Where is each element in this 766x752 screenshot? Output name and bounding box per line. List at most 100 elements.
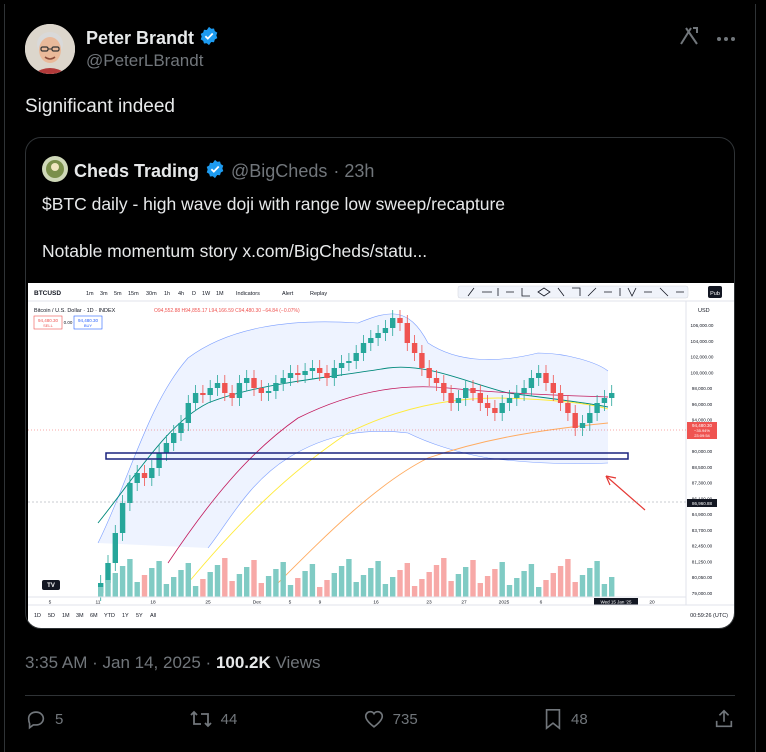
toolbar-item[interactable]: 3m bbox=[100, 291, 108, 297]
bookmark-count: 48 bbox=[571, 710, 588, 728]
volume-bar bbox=[360, 575, 367, 597]
candle-body bbox=[579, 423, 586, 428]
price-tick: 84,900.00 bbox=[692, 512, 713, 517]
quoted-tweet-card[interactable]: Cheds Trading @BigCheds · 23h $BTC daily… bbox=[25, 137, 735, 629]
candle-body bbox=[601, 398, 608, 403]
candle-body bbox=[236, 383, 243, 398]
more-options-icon[interactable] bbox=[716, 29, 736, 47]
tweet-text: Significant indeed bbox=[25, 96, 175, 117]
range-button[interactable]: 1Y bbox=[122, 613, 129, 619]
toolbar-item[interactable]: 1W bbox=[202, 291, 211, 297]
tweet-date[interactable]: Jan 14, 2025 bbox=[103, 653, 201, 672]
toolbar-item[interactable]: 1M bbox=[216, 291, 224, 297]
quoted-avatar[interactable] bbox=[42, 156, 68, 187]
quoted-age: · 23h bbox=[333, 161, 375, 181]
price-tick: 87,300.00 bbox=[692, 481, 713, 486]
toolbar-item[interactable]: 4h bbox=[178, 291, 184, 297]
current-time-tag: 23:09:54 bbox=[694, 433, 710, 438]
volume-bar bbox=[346, 559, 352, 597]
candle-body bbox=[273, 383, 279, 391]
author-handle[interactable]: @PeterLBrandt bbox=[86, 51, 203, 71]
volume-bar bbox=[375, 561, 381, 597]
repost-icon bbox=[190, 710, 212, 728]
range-button[interactable]: YTD bbox=[104, 613, 115, 619]
volume-bar bbox=[156, 561, 162, 597]
toolbar-item[interactable]: Indicators bbox=[236, 291, 260, 297]
volume-bar bbox=[404, 563, 410, 597]
candle-body bbox=[557, 393, 564, 403]
quoted-name[interactable]: Cheds Trading bbox=[74, 161, 199, 182]
tweet-time[interactable]: 3:35 AM bbox=[25, 653, 87, 672]
quoted-text-line2[interactable]: Notable momentum story x.com/BigCheds/st… bbox=[42, 241, 427, 262]
grok-icon[interactable] bbox=[678, 24, 700, 51]
volume-bar bbox=[171, 577, 177, 597]
author-name[interactable]: Peter Brandt bbox=[86, 28, 194, 49]
volume-bar bbox=[455, 574, 462, 597]
volume-bar bbox=[98, 587, 104, 597]
candle-body bbox=[309, 368, 316, 371]
range-button[interactable]: All bbox=[150, 613, 156, 619]
quoted-handle[interactable]: @BigCheds bbox=[231, 161, 327, 182]
author-name-row[interactable]: Peter Brandt bbox=[86, 26, 219, 51]
toolbar-item[interactable]: 1h bbox=[164, 291, 170, 297]
range-button[interactable]: 5Y bbox=[136, 613, 143, 619]
toolbar-item[interactable]: 1m bbox=[86, 291, 94, 297]
toolbar-item[interactable]: D bbox=[192, 291, 196, 297]
range-button[interactable]: 1M bbox=[62, 613, 70, 619]
volume-bar bbox=[484, 576, 491, 597]
reply-button[interactable]: 5 bbox=[25, 708, 63, 730]
volume-bar bbox=[521, 571, 527, 597]
volume-bar bbox=[244, 567, 250, 597]
time-axis: 5 11 18 25 Dec 5 9 16 23 27 2025 6 Wed 15 Jan '25 20 bbox=[49, 598, 655, 606]
tradingview-logo-text: TV bbox=[47, 583, 55, 589]
volume-bar bbox=[441, 558, 447, 597]
action-bar: 5 44 735 48 bbox=[25, 708, 735, 730]
candle-body bbox=[463, 388, 469, 398]
volume-bar bbox=[433, 565, 440, 597]
toolbar-item[interactable]: 15m bbox=[128, 291, 139, 297]
red-arrow-annotation bbox=[605, 475, 646, 511]
volume-bar bbox=[557, 566, 564, 597]
candle-body bbox=[397, 318, 403, 323]
candle-body bbox=[280, 378, 286, 383]
reply-count: 5 bbox=[55, 710, 64, 728]
candle-body bbox=[222, 383, 228, 393]
toolbar-item[interactable]: 5m bbox=[114, 291, 122, 297]
range-button[interactable]: 3M bbox=[76, 613, 84, 619]
chart-title: Bitcoin / U.S. Dollar · 1D · INDEX bbox=[34, 308, 116, 314]
volume-bar bbox=[302, 571, 308, 597]
like-button[interactable]: 735 bbox=[363, 708, 418, 730]
author-avatar[interactable] bbox=[25, 24, 75, 74]
candle-body bbox=[528, 378, 535, 388]
crosshair-date: Wed 15 Jan '25 bbox=[600, 600, 632, 605]
heart-icon bbox=[364, 710, 383, 728]
price-tick: 90,000.00 bbox=[692, 449, 713, 454]
price-tick: 79,000.00 bbox=[692, 591, 713, 596]
volume-bar bbox=[134, 582, 140, 597]
range-button[interactable]: 1D bbox=[34, 613, 41, 619]
verified-badge-icon bbox=[199, 26, 219, 51]
candle-body bbox=[302, 371, 308, 375]
volume-bar bbox=[149, 568, 155, 597]
chart-symbol[interactable]: BTCUSD bbox=[34, 290, 61, 297]
repost-button[interactable]: 44 bbox=[189, 708, 237, 730]
candle-body bbox=[171, 433, 177, 443]
range-button[interactable]: 6M bbox=[90, 613, 98, 619]
volume-bar bbox=[258, 583, 264, 597]
range-selector: 1D 5D 1M 3M 6M YTD 1Y 5Y All bbox=[34, 613, 156, 619]
chart-image[interactable]: BTCUSD 1m 3m 5m 15m 30m 1h 4h D 1W 1M Indicators Al… bbox=[28, 283, 734, 628]
candle-body bbox=[149, 468, 155, 478]
reply-icon bbox=[27, 711, 45, 730]
volume-bar bbox=[419, 579, 425, 597]
range-button[interactable]: 5D bbox=[48, 613, 55, 619]
toolbar-item[interactable]: Replay bbox=[310, 291, 327, 297]
bookmark-button[interactable]: 48 bbox=[543, 708, 588, 730]
price-tick: 104,000.00 bbox=[691, 339, 714, 344]
toolbar-item[interactable]: Alert bbox=[282, 291, 294, 297]
candle-body bbox=[156, 453, 162, 468]
share-button[interactable] bbox=[713, 708, 735, 730]
buy-label: BUY bbox=[84, 323, 93, 328]
toolbar-item[interactable]: 30m bbox=[146, 291, 157, 297]
volume-bar bbox=[229, 581, 235, 597]
candle-body bbox=[484, 403, 491, 408]
